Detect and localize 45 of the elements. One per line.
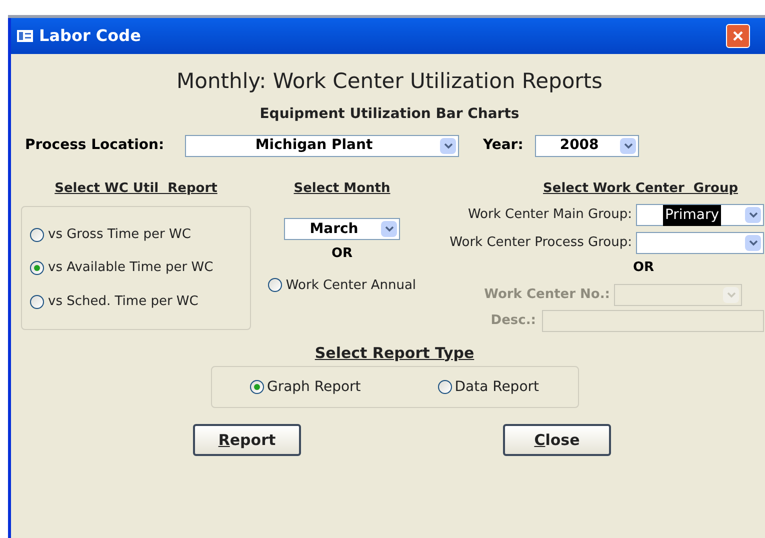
section-heading: Select Report Type bbox=[314, 342, 474, 364]
radio-button[interactable] bbox=[268, 278, 282, 292]
dropdown-caret-icon[interactable] bbox=[440, 138, 456, 154]
form-heading: Monthly: Work Center Utilization Reports bbox=[176, 68, 602, 95]
close-button[interactable]: Close bbox=[503, 424, 611, 456]
section-heading: Select Work Center Group bbox=[543, 180, 738, 198]
field-label: Year: bbox=[483, 136, 524, 155]
radio-label: vs Gross Time per WC bbox=[48, 226, 191, 244]
dropdown-caret-icon[interactable] bbox=[745, 235, 761, 251]
field-label: Desc.: bbox=[490, 312, 536, 330]
radio-button[interactable] bbox=[438, 380, 452, 394]
section-heading: Select WC Util Report bbox=[54, 180, 218, 198]
form-subheading: Equipment Utilization Bar Charts bbox=[260, 104, 520, 124]
dropdown-caret-icon[interactable] bbox=[745, 207, 761, 223]
radio-button[interactable] bbox=[30, 294, 44, 308]
dropdown-caret-icon[interactable] bbox=[381, 221, 397, 237]
combo-value: March bbox=[310, 220, 358, 238]
section-heading: Select Month bbox=[294, 180, 390, 198]
or-label: OR bbox=[331, 245, 353, 263]
close-icon[interactable] bbox=[726, 24, 750, 48]
report-button[interactable]: Report bbox=[193, 424, 301, 456]
field-label: Work Center No.: bbox=[484, 286, 610, 304]
group-dropdown[interactable]: Primary bbox=[636, 204, 764, 226]
field-label: Process Location: bbox=[25, 136, 166, 155]
radio-button[interactable] bbox=[30, 228, 44, 242]
group-dropdown[interactable] bbox=[636, 232, 764, 254]
combo-value: 2008 bbox=[560, 136, 599, 155]
radio-button[interactable] bbox=[30, 261, 44, 275]
radio-label: vs Sched. Time per WC bbox=[48, 292, 198, 311]
or-label: OR bbox=[632, 259, 654, 277]
month-dropdown[interactable]: March bbox=[284, 218, 400, 240]
radio-label: Graph Report bbox=[266, 378, 361, 396]
process-location-dropdown[interactable]: Michigan Plant bbox=[185, 134, 459, 156]
radio-button[interactable] bbox=[250, 380, 264, 394]
field-label: Work Center Process Group: bbox=[450, 234, 632, 252]
field-label: Work Center Main Group: bbox=[468, 206, 632, 224]
window-title: Labor Code bbox=[39, 25, 141, 47]
radio-label: Work Center Annual bbox=[286, 276, 416, 294]
dropdown-caret-icon[interactable] bbox=[620, 138, 636, 154]
combo-value: Primary bbox=[662, 204, 722, 226]
combo-value: Michigan Plant bbox=[255, 136, 373, 155]
radio-label: Data Report bbox=[454, 378, 540, 396]
year-dropdown[interactable]: 2008 bbox=[535, 134, 640, 156]
radio-label: vs Available Time per WC bbox=[48, 259, 214, 278]
form-icon bbox=[17, 30, 33, 42]
